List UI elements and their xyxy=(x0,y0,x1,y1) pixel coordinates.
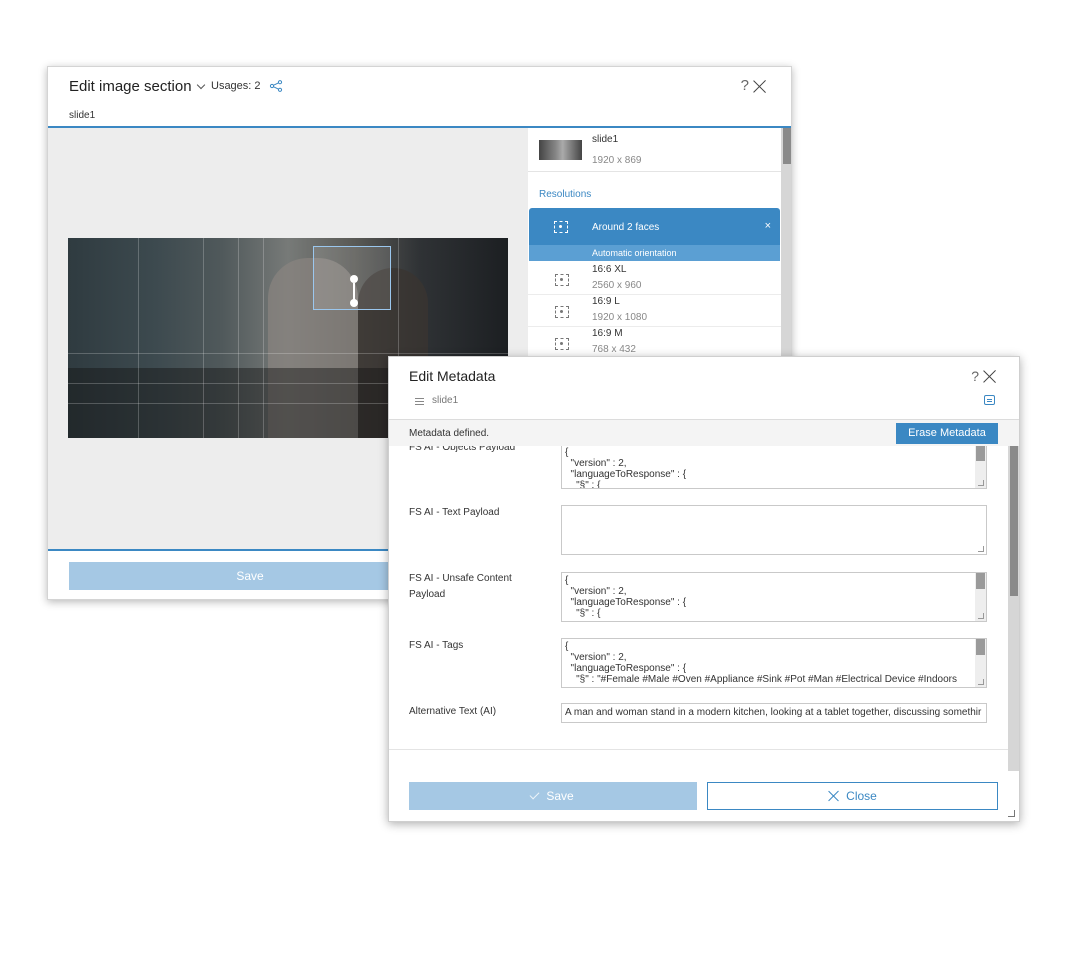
orientation-row: Automatic orientation xyxy=(529,245,780,261)
remove-resolution-icon[interactable]: × xyxy=(765,220,771,232)
help-button[interactable]: ? xyxy=(971,368,979,384)
resize-handle[interactable] xyxy=(978,480,984,486)
crop-guide xyxy=(138,238,139,438)
resolution-item[interactable]: 16:6 XL 2560 x 960 xyxy=(528,263,781,295)
objects-payload-textarea[interactable]: { "version" : 2, "languageToResponse" : … xyxy=(561,446,987,489)
help-button[interactable]: ? xyxy=(741,77,749,94)
dialog-title: Edit Metadata xyxy=(409,368,496,384)
scrollbar-thumb[interactable] xyxy=(976,639,985,655)
status-text: Metadata defined. xyxy=(409,428,490,439)
tags-textarea[interactable]: { "version" : 2, "languageToResponse" : … xyxy=(561,638,987,688)
share-icon[interactable] xyxy=(269,80,283,92)
resolution-name: 16:6 XL xyxy=(592,264,627,275)
close-icon[interactable] xyxy=(983,369,997,383)
resize-handle[interactable] xyxy=(978,679,984,685)
field-label: FS AI - Unsafe Content Payload xyxy=(409,573,512,600)
document-icon xyxy=(415,398,424,405)
status-bar: Metadata defined. Erase Metadata xyxy=(389,419,1019,446)
image-size: 1920 x 869 xyxy=(592,155,642,166)
resolution-name: 16:9 M xyxy=(592,328,623,339)
scrollbar-thumb[interactable] xyxy=(1010,446,1018,596)
crop-guide xyxy=(68,353,508,354)
focus-area-icon xyxy=(555,338,569,350)
scrollbar-thumb[interactable] xyxy=(976,573,985,589)
close-icon[interactable] xyxy=(753,79,767,93)
save-button[interactable]: Save xyxy=(69,562,431,590)
field-label: Alternative Text (AI) xyxy=(409,706,497,717)
resize-handle[interactable] xyxy=(978,613,984,619)
field-label: FS AI - Objects Payload xyxy=(409,446,516,453)
chevron-down-icon xyxy=(196,80,206,89)
text-payload-textarea[interactable] xyxy=(561,505,987,555)
scrollbar-thumb[interactable] xyxy=(783,128,791,164)
focus-area-icon xyxy=(555,274,569,286)
check-icon xyxy=(529,789,540,800)
metadata-form: FS AI - Objects Payload { "version" : 2,… xyxy=(389,446,1009,749)
crop-guide xyxy=(238,238,239,438)
resolution-item-active[interactable]: Around 2 faces × Automatic orientation xyxy=(529,208,780,261)
dialog-subtitle: slide1 xyxy=(69,110,96,121)
image-name: slide1 xyxy=(592,134,619,145)
dialog-subtitle: slide1 xyxy=(432,395,459,406)
image-item[interactable]: slide1 1920 x 869 xyxy=(528,128,781,172)
close-label: Close xyxy=(846,789,877,803)
close-icon xyxy=(828,790,840,802)
dialog-scrollbar[interactable] xyxy=(1008,446,1019,771)
focus-area-box[interactable] xyxy=(313,246,391,310)
edit-metadata-dialog: Edit Metadata ? slide1 Metadata defined.… xyxy=(388,356,1020,822)
erase-metadata-button[interactable]: Erase Metadata xyxy=(896,423,998,444)
crop-guide xyxy=(203,238,204,438)
scrollbar-thumb[interactable] xyxy=(976,446,985,461)
resolutions-heading: Resolutions xyxy=(539,189,592,200)
crop-guide xyxy=(263,238,264,438)
dialog-resize-handle[interactable] xyxy=(1008,810,1015,817)
save-label: Save xyxy=(546,789,574,803)
field-label: FS AI - Tags xyxy=(409,640,464,651)
resolution-size: 2560 x 960 xyxy=(592,280,642,291)
resolution-name: 16:9 L xyxy=(592,296,620,307)
resolution-label: Around 2 faces xyxy=(592,222,660,233)
focus-area-icon xyxy=(554,221,568,233)
close-button[interactable]: Close xyxy=(707,782,998,810)
textarea-content: { "version" : 2, "languageToResponse" : … xyxy=(565,575,687,619)
focus-area-icon xyxy=(555,306,569,318)
save-button[interactable]: Save xyxy=(409,782,697,810)
unsafe-content-payload-textarea[interactable]: { "version" : 2, "languageToResponse" : … xyxy=(561,572,987,622)
resolution-item[interactable]: 16:9 M 768 x 432 xyxy=(528,327,781,359)
usages-label: Usages: 2 xyxy=(211,80,261,92)
field-label: FS AI - Text Payload xyxy=(409,507,500,518)
dialog-title: Edit image section xyxy=(69,78,192,95)
focus-handle[interactable] xyxy=(350,299,358,307)
resolution-size: 768 x 432 xyxy=(592,344,636,355)
orientation-label: Automatic orientation xyxy=(592,248,677,258)
footer-divider xyxy=(389,749,1009,750)
alternative-text-input[interactable]: A man and woman stand in a modern kitche… xyxy=(561,703,987,723)
resolution-item[interactable]: 16:9 L 1920 x 1080 xyxy=(528,295,781,327)
comment-icon[interactable] xyxy=(984,395,995,405)
textarea-content: { "version" : 2, "languageToResponse" : … xyxy=(565,447,687,489)
resolution-scrollbar[interactable] xyxy=(781,128,791,358)
resize-handle[interactable] xyxy=(978,546,984,552)
image-thumbnail xyxy=(539,140,582,160)
focus-handle[interactable] xyxy=(350,275,358,283)
textarea-content: { "version" : 2, "languageToResponse" : … xyxy=(565,641,957,685)
resolution-size: 1920 x 1080 xyxy=(592,312,648,323)
usages-dropdown[interactable]: Usages: 2 xyxy=(196,80,283,92)
